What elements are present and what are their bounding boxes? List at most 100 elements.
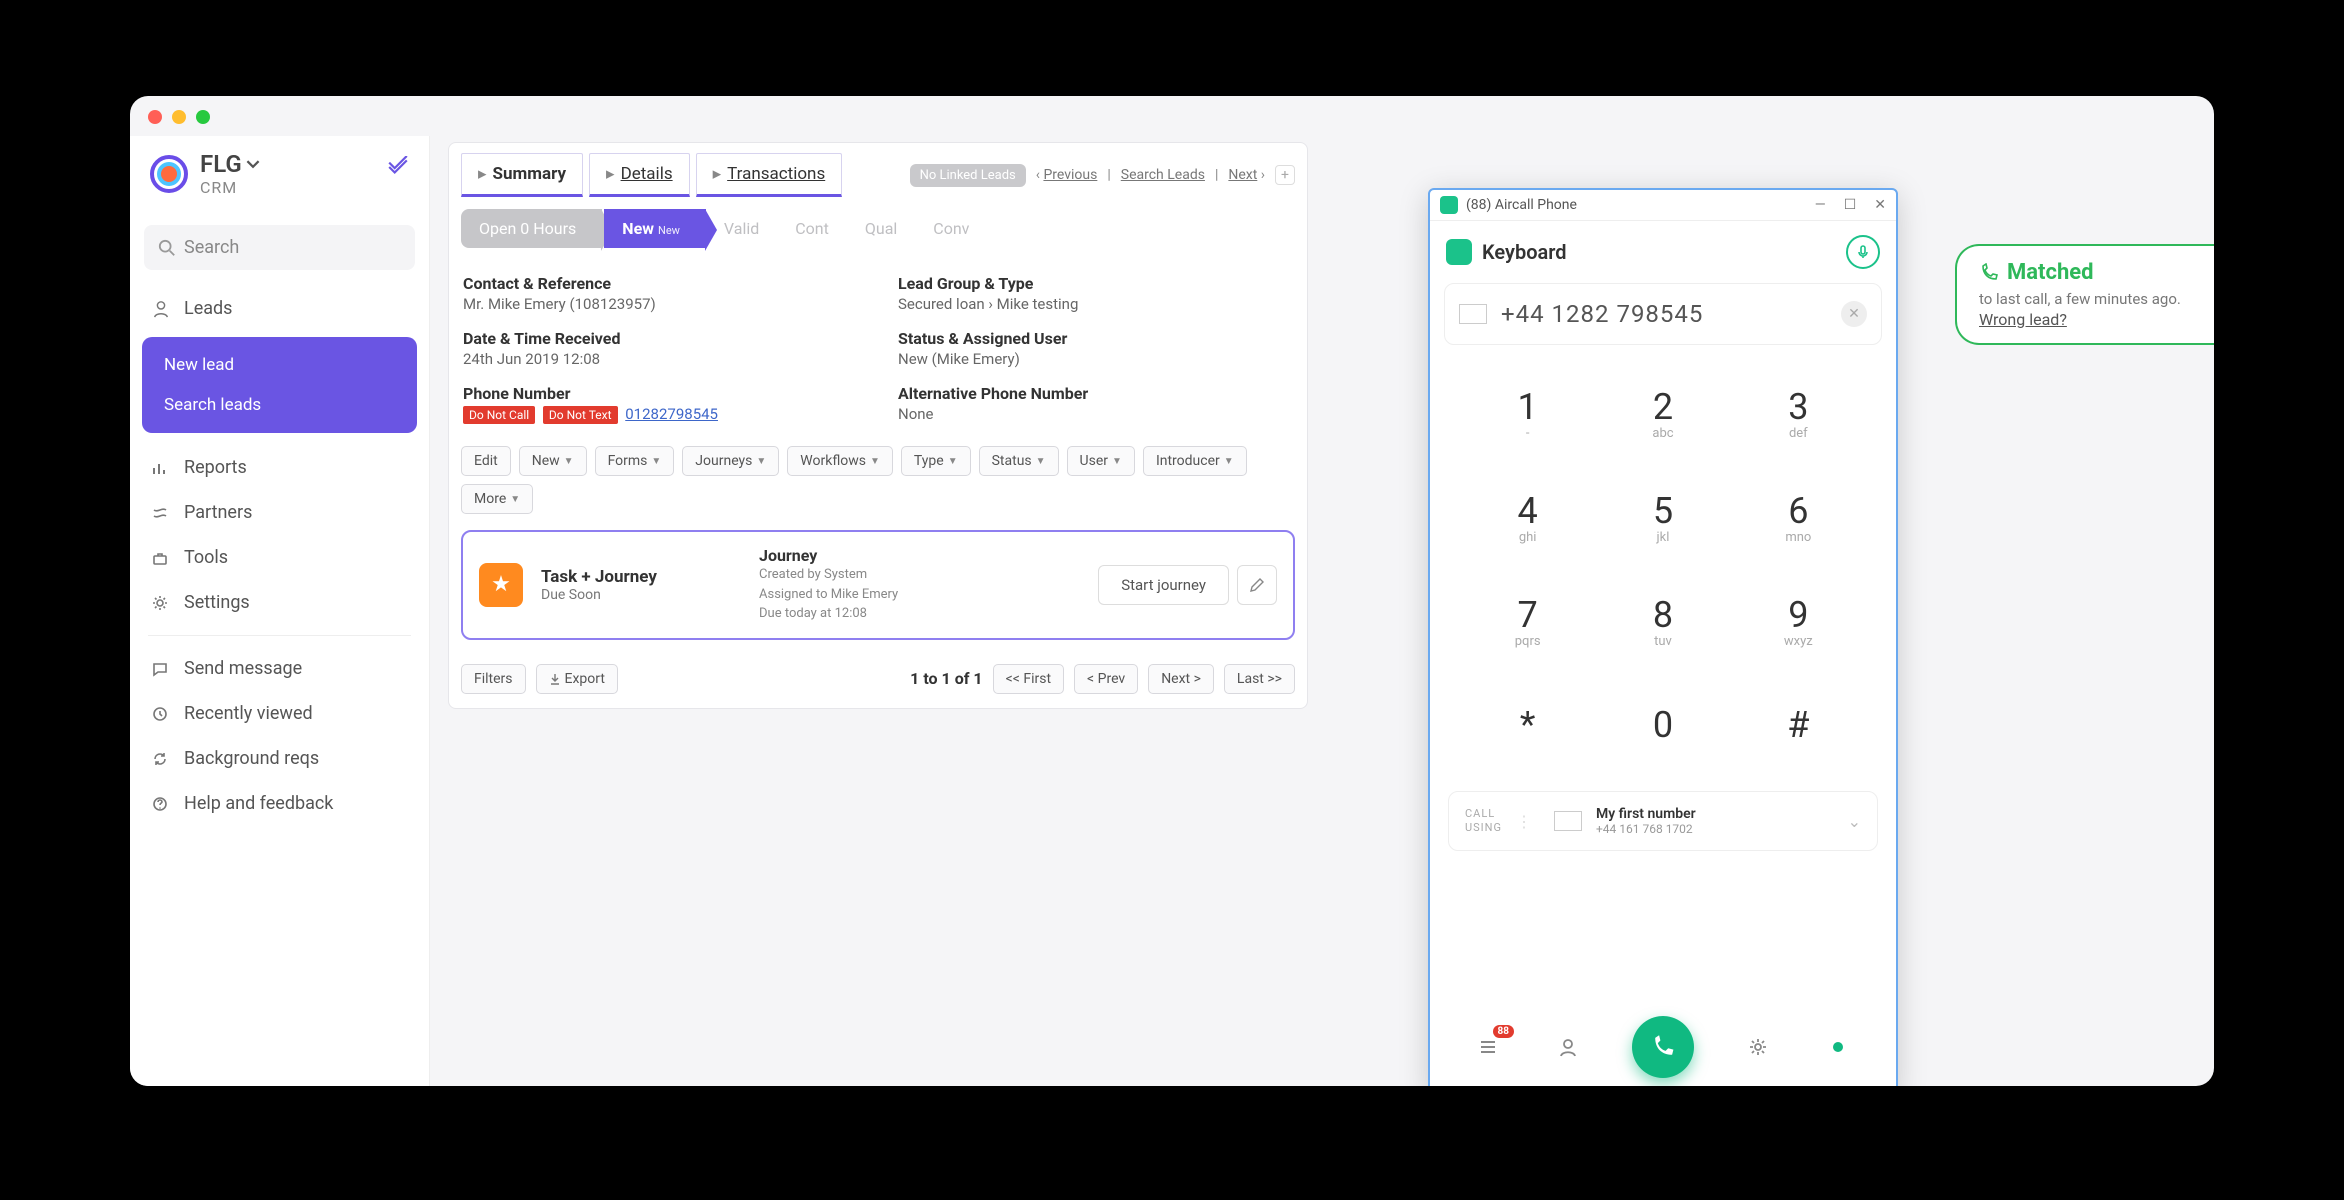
action-user[interactable]: User▼ [1067,446,1135,476]
sidebar-item-settings[interactable]: Settings [130,580,429,625]
dialpad-key-2[interactable]: 2abc [1595,361,1730,465]
divider [148,635,411,636]
pager-prev[interactable]: < Prev [1074,664,1138,694]
aircall-titlebar: (88) Aircall Phone — ☐ ✕ [1430,190,1896,221]
link-previous[interactable]: Previous [1043,167,1097,183]
matched-panel: Matched to last call, a few minutes ago.… [1955,244,2214,345]
export-button[interactable]: Export [536,664,618,694]
dialpad-key-4[interactable]: 4ghi [1460,465,1595,569]
contacts-tab[interactable] [1552,1031,1584,1063]
filters-button[interactable]: Filters [461,664,526,694]
activity-tab[interactable]: 88 [1472,1031,1504,1063]
maximize-icon[interactable]: ☐ [1844,197,1857,213]
field-group-type: Lead Group & Type Secured loan › Mike te… [898,266,1293,321]
do-not-text-badge: Do Not Text [543,406,618,424]
action-new[interactable]: New▼ [519,446,587,476]
clear-number-button[interactable]: ✕ [1841,301,1867,327]
pager-first[interactable]: << First [993,664,1064,694]
person-icon [1558,1037,1578,1057]
sidebar-item-partners[interactable]: Partners [130,490,429,535]
dialpad-key-0[interactable]: 0 [1595,673,1730,777]
checkmark-icon[interactable] [387,156,409,178]
sidebar-sub-new-lead[interactable]: New lead [142,345,417,385]
status-valid[interactable]: Valid [706,209,777,248]
link-search-leads[interactable]: Search Leads [1121,167,1205,183]
main-content: ▸Summary ▸Details ▸Transactions No Linke… [430,136,2214,1086]
status-conv[interactable]: Conv [915,209,987,248]
settings-tab[interactable] [1742,1031,1774,1063]
sidebar-item-recent[interactable]: Recently viewed [130,691,429,736]
link-next[interactable]: Next [1228,167,1257,183]
aircall-header-title: Keyboard [1482,240,1567,264]
pager-next[interactable]: Next > [1148,664,1214,694]
dialpad-key-6[interactable]: 6mno [1731,465,1866,569]
pager-last[interactable]: Last >> [1224,664,1295,694]
sidebar-item-label: Partners [184,502,252,523]
dial-number-field[interactable]: +44 1282 798545 ✕ [1444,283,1882,345]
action-edit[interactable]: Edit [461,446,511,476]
lead-top-links: No Linked Leads ‹ Previous | Search Lead… [910,164,1295,187]
sidebar-sub-search-leads[interactable]: Search leads [142,385,417,425]
status-indicator[interactable] [1822,1031,1854,1063]
action-status[interactable]: Status▼ [979,446,1059,476]
wrong-lead-link[interactable]: Wrong lead? [1979,310,2067,329]
journey-card: ★ Task + Journey Due Soon Journey Create… [461,530,1295,640]
status-qual[interactable]: Qual [847,209,915,248]
maximize-window-icon[interactable] [196,110,210,124]
phone-link[interactable]: 01282798545 [625,405,718,423]
aircall-window: (88) Aircall Phone — ☐ ✕ Keyboard [1428,188,1898,1086]
sidebar-item-label: Help and feedback [184,793,333,814]
edit-journey-button[interactable] [1237,565,1277,605]
close-window-icon[interactable] [148,110,162,124]
tab-details[interactable]: ▸Details [589,153,690,197]
journey-title: Task + Journey [541,567,741,587]
status-new[interactable]: NewNew [604,209,706,248]
dialpad-key-7[interactable]: 7pqrs [1460,569,1595,673]
search-input[interactable]: Search [144,225,415,270]
minimize-window-icon[interactable] [172,110,186,124]
sidebar-item-send-message[interactable]: Send message [130,646,429,691]
partners-icon [152,505,172,521]
start-journey-button[interactable]: Start journey [1098,565,1229,605]
brand-subtitle: CRM [200,178,260,197]
phone-icon [1979,263,1999,283]
dialpad-key-9[interactable]: 9wxyz [1731,569,1866,673]
action-forms[interactable]: Forms▼ [595,446,675,476]
sidebar-item-help[interactable]: Help and feedback [130,781,429,826]
tab-summary[interactable]: ▸Summary [461,153,583,197]
sidebar-item-background-reqs[interactable]: Background reqs [130,736,429,781]
dialpad-key-*[interactable]: * [1460,673,1595,777]
dialpad-key-5[interactable]: 5jkl [1595,465,1730,569]
brand-name[interactable]: FLG [200,150,260,178]
sidebar-item-leads[interactable]: Leads [130,286,429,331]
close-icon[interactable]: ✕ [1874,197,1886,213]
chevron-down-icon: ⌄ [1848,812,1861,831]
sidebar-item-label: Settings [184,592,250,613]
sidebar: FLG CRM Search [130,136,430,1086]
mic-button[interactable] [1846,235,1880,269]
action-introducer[interactable]: Introducer▼ [1143,446,1247,476]
dialpad-key-#[interactable]: # [1731,673,1866,777]
action-type[interactable]: Type▼ [901,446,971,476]
call-button[interactable] [1632,1016,1694,1078]
matched-subtext: to last call, a few minutes ago. [1979,289,2195,310]
lead-tabs: ▸Summary ▸Details ▸Transactions [461,153,848,197]
action-more[interactable]: More▼ [461,484,533,514]
status-open[interactable]: Open 0 Hours [461,209,602,248]
dialpad-key-8[interactable]: 8tuv [1595,569,1730,673]
dialpad-key-3[interactable]: 3def [1731,361,1866,465]
tab-transactions[interactable]: ▸Transactions [696,153,843,197]
plus-button[interactable]: + [1275,165,1295,185]
sidebar-item-label: Send message [184,658,302,679]
brand-logo-icon [150,155,188,193]
action-journeys[interactable]: Journeys▼ [682,446,779,476]
minimize-icon[interactable]: — [1815,197,1826,213]
action-workflows[interactable]: Workflows▼ [787,446,893,476]
sidebar-item-reports[interactable]: Reports [130,445,429,490]
call-using-selector[interactable]: CALLUSING ⋮ My first number +44 161 768 … [1448,791,1878,851]
sidebar-item-label: Reports [184,457,247,478]
help-icon [152,796,172,812]
status-cont[interactable]: Cont [777,209,847,248]
sidebar-item-tools[interactable]: Tools [130,535,429,580]
dialpad-key-1[interactable]: 1- [1460,361,1595,465]
